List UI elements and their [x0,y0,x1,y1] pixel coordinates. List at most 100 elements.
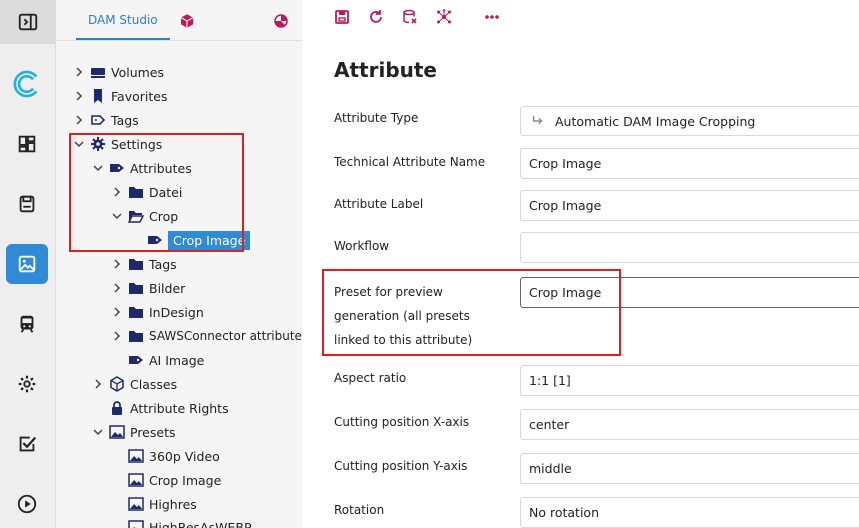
delete-database-button[interactable] [400,7,420,27]
attribute-type-value: Automatic DAM Image Cropping [555,113,756,129]
folder-icon [127,327,145,345]
technical-name-input[interactable]: Crop Image [520,148,859,179]
page-title: Attribute [334,58,437,82]
hard-drive-icon [89,63,107,81]
save-button[interactable] [332,7,352,27]
brand-logo-icon [13,70,38,98]
tree-node-label: 360p Video [149,448,220,464]
attribute-type-field[interactable]: Automatic DAM Image Cropping [520,106,859,136]
tree-node-highresaswebp[interactable]: HighResAsWEBP [127,516,252,528]
reload-icon [370,10,382,23]
tree-node-label: Crop Image [149,472,222,488]
folder-icon [127,255,145,273]
chevron-right-icon[interactable] [91,377,105,391]
save-icon [335,10,349,24]
chevron-right-icon[interactable] [72,113,86,127]
image-icon [127,471,145,489]
tree-node-label: AI Image [149,352,205,368]
tree-node-indesign[interactable]: InDesign [110,301,204,323]
chevron-right-icon[interactable] [110,257,124,271]
tree-node-sawsconnector[interactable]: SAWSConnector attributes [110,325,308,347]
icon-rail [0,0,56,528]
play-button[interactable] [6,484,48,524]
cutting-x-value: center [529,417,570,432]
graph-button[interactable] [434,7,454,27]
reload-button[interactable] [366,7,386,27]
play-icon [17,494,37,514]
toolbar [302,0,859,36]
save-icon [19,195,35,213]
cube-outline-icon [108,375,126,393]
toggle-sidebar-icon [18,13,38,31]
tree-node-label: Favorites [111,88,168,104]
rotation-value: No rotation [529,505,599,520]
pie-chart-icon[interactable] [272,12,290,30]
tree-node-favorites[interactable]: Favorites [72,85,167,107]
tree-node-label: SAWSConnector attributes [149,329,309,343]
tree-node-tags-folder[interactable]: Tags [110,253,177,275]
dashboard-button[interactable] [6,124,48,164]
tree-node-tags[interactable]: Tags [72,109,139,131]
lock-icon [108,399,126,417]
tab-dam-studio[interactable]: DAM Studio [76,0,170,40]
tag-icon [127,351,145,369]
more-button[interactable] [482,7,502,27]
tree-node-classes[interactable]: Classes [91,373,177,395]
field-label-cutting-y: Cutting position Y-axis [334,459,468,473]
brand-logo[interactable] [6,64,48,104]
train-button[interactable] [6,304,48,344]
field-label-cutting-x: Cutting position X-axis [334,415,470,429]
chevron-down-icon[interactable] [91,425,105,439]
train-icon [20,315,34,333]
tag-outline-icon [89,111,107,129]
checkbox-icon [19,436,37,452]
cutting-y-select[interactable]: middle [520,453,859,484]
tasks-button[interactable] [6,424,48,464]
settings-button[interactable] [6,364,48,404]
tree-node-label: Attribute Rights [130,400,229,416]
folder-icon [127,303,145,321]
tree-node-attribute-rights[interactable]: Attribute Rights [108,397,229,419]
tree-node-label: Bilder [149,280,186,296]
field-label-technical-name: Technical Attribute Name [334,155,486,169]
tree-node-label: Tags [149,256,177,272]
tree-node-ai-image[interactable]: AI Image [127,349,204,371]
attribute-label-input[interactable]: Crop Image [520,190,859,221]
chevron-right-icon[interactable] [110,329,124,343]
tree-node-volumes[interactable]: Volumes [72,61,164,83]
chevron-right-icon[interactable] [110,281,124,295]
aspect-ratio-value: 1:1 [1] [529,373,571,388]
gear-icon [18,375,36,393]
cutting-x-select[interactable]: center [520,409,859,440]
attribute-label-value: Crop Image [529,198,602,213]
tree-header: DAM Studio [56,0,302,40]
tree-node-label: Presets [130,424,176,440]
tree-node-preset-crop-image[interactable]: Crop Image [127,469,221,491]
tree-node-highres[interactable]: Highres [127,493,197,515]
tree-node-bilder[interactable]: Bilder [110,277,185,299]
image-icon [127,518,145,528]
dashboard-icon [18,135,36,153]
folder-icon [127,279,145,297]
workflow-input[interactable] [520,232,859,263]
tree-panel: DAM Studio Volumes Favorites Tags Settin… [56,0,308,528]
tree-node-presets[interactable]: Presets [91,421,176,443]
cutting-y-value: middle [529,461,572,476]
tree-node-label: InDesign [149,304,204,320]
image-icon [127,447,145,465]
cube-icon[interactable] [178,12,196,30]
save-rail-button[interactable] [6,184,48,224]
tree-node-360p-video[interactable]: 360p Video [127,445,220,467]
aspect-ratio-select[interactable]: 1:1 [1] [520,365,859,396]
field-label-rotation: Rotation [334,503,385,517]
bookmark-icon [89,87,107,105]
rotation-select[interactable]: No rotation [520,497,859,528]
attribute-editor: Attribute Attribute Type Automatic DAM I… [302,0,859,528]
share-arrow-icon [532,115,543,125]
chevron-right-icon[interactable] [110,305,124,319]
toggle-sidebar-button[interactable] [0,0,56,44]
technical-name-value: Crop Image [529,156,602,171]
images-button[interactable] [6,244,48,284]
chevron-right-icon[interactable] [72,65,86,79]
chevron-right-icon[interactable] [72,89,86,103]
